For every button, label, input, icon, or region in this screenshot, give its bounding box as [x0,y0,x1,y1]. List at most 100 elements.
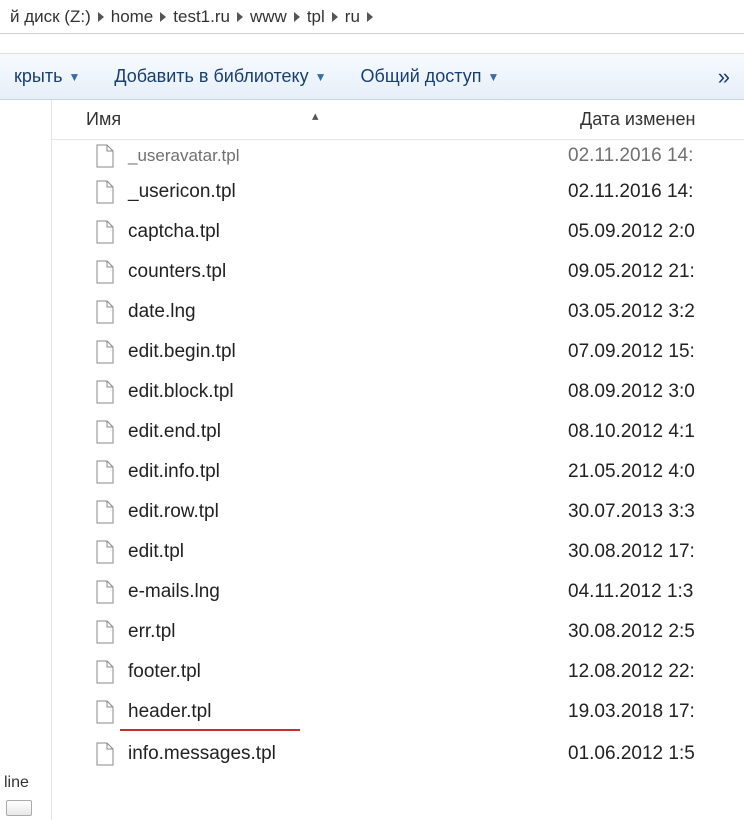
file-row[interactable]: _usericon.tpl02.11.2016 14: [52,172,744,212]
sidebar: line [0,100,52,820]
file-icon [90,340,120,364]
file-icon [90,220,120,244]
file-icon [90,180,120,204]
column-name-header[interactable]: Имя ▴ [52,109,572,130]
file-name: err.tpl [128,621,568,643]
file-row[interactable]: edit.end.tpl08.10.2012 4:1 [52,412,744,452]
file-row[interactable]: header.tpl19.03.2018 17: [52,692,744,732]
chevron-right-icon [293,12,301,22]
file-icon [90,380,120,404]
file-icon [90,144,120,168]
highlight-underline [120,729,300,731]
chevron-right-icon [331,12,339,22]
file-name: edit.block.tpl [128,381,568,403]
file-date: 12.08.2012 22: [568,661,744,683]
file-name: edit.tpl [128,541,568,563]
file-date: 02.11.2016 14: [568,181,744,203]
chevron-right-icon [236,12,244,22]
sort-ascending-icon: ▴ [312,108,319,124]
breadcrumb-item[interactable]: test1.ru [167,7,236,27]
file-icon [90,580,120,604]
file-icon [90,700,120,724]
open-button[interactable]: крыть ▼ [8,62,86,91]
file-date: 19.03.2018 17: [568,701,744,723]
file-date: 30.08.2012 2:5 [568,621,744,643]
file-date: 02.11.2016 14: [568,145,744,167]
file-icon [90,460,120,484]
file-row[interactable]: edit.begin.tpl07.09.2012 15: [52,332,744,372]
file-date: 30.08.2012 17: [568,541,744,563]
column-name-label: Имя [86,109,121,129]
file-name: _useravatar.tpl [128,146,568,166]
file-row[interactable]: e-mails.lng04.11.2012 1:3 [52,572,744,612]
file-icon [90,540,120,564]
sidebar-drive-icon[interactable] [6,800,32,816]
share-label: Общий доступ [361,66,482,87]
breadcrumb[interactable]: й диск (Z:) home test1.ru wwwtplru [0,0,744,34]
file-icon [90,420,120,444]
file-name: counters.tpl [128,261,568,283]
chevron-down-icon: ▼ [315,70,327,84]
column-header: Имя ▴ Дата изменен [52,100,744,140]
file-icon [90,742,120,766]
file-name: header.tpl [128,701,568,723]
breadcrumb-item[interactable]: ru [339,7,366,27]
chevron-right-icon [97,12,105,22]
overflow-button[interactable]: » [718,64,736,90]
file-name: _usericon.tpl [128,181,568,203]
file-date: 30.07.2013 3:3 [568,501,744,523]
file-icon [90,260,120,284]
file-row[interactable]: captcha.tpl05.09.2012 2:0 [52,212,744,252]
file-icon [90,620,120,644]
share-button[interactable]: Общий доступ ▼ [355,62,506,91]
file-row[interactable]: footer.tpl12.08.2012 22: [52,652,744,692]
file-row[interactable]: date.lng03.05.2012 3:2 [52,292,744,332]
chevron-down-icon: ▼ [487,70,499,84]
file-icon [90,500,120,524]
file-date: 04.11.2012 1:3 [568,581,744,603]
chevron-right-icon [159,12,167,22]
file-icon [90,660,120,684]
file-row[interactable]: edit.row.tpl30.07.2013 3:3 [52,492,744,532]
spacer-bar [0,34,744,54]
file-name: date.lng [128,301,568,323]
column-date-header[interactable]: Дата изменен [572,109,744,130]
file-name: edit.row.tpl [128,501,568,523]
file-date: 01.06.2012 1:5 [568,743,744,765]
file-name: info.messages.tpl [128,743,568,765]
toolbar: крыть ▼ Добавить в библиотеку ▼ Общий до… [0,54,744,100]
add-to-library-button[interactable]: Добавить в библиотеку ▼ [108,62,332,91]
breadcrumb-item[interactable]: й диск (Z:) [4,7,97,27]
file-row[interactable]: err.tpl30.08.2012 2:5 [52,612,744,652]
breadcrumb-item[interactable]: www [244,7,293,27]
file-name: edit.end.tpl [128,421,568,443]
file-list-panel: Имя ▴ Дата изменен _useravatar.tpl02.11.… [52,100,744,820]
file-row[interactable]: info.messages.tpl01.06.2012 1:5 [52,734,744,774]
column-date-label: Дата изменен [580,109,695,129]
file-date: 03.05.2012 3:2 [568,301,744,323]
file-date: 08.09.2012 3:0 [568,381,744,403]
file-date: 07.09.2012 15: [568,341,744,363]
open-label: крыть [14,66,62,87]
file-list: _useravatar.tpl02.11.2016 14:_usericon.t… [52,140,744,774]
file-row[interactable]: counters.tpl09.05.2012 21: [52,252,744,292]
file-date: 21.05.2012 4:0 [568,461,744,483]
sidebar-label: line [4,774,29,792]
breadcrumb-item[interactable]: tpl [301,7,331,27]
main-area: line Имя ▴ Дата изменен _useravatar.tpl0… [0,100,744,820]
file-date: 09.05.2012 21: [568,261,744,283]
file-row[interactable]: _useravatar.tpl02.11.2016 14: [52,140,744,172]
file-name: edit.info.tpl [128,461,568,483]
file-date: 08.10.2012 4:1 [568,421,744,443]
breadcrumb-item[interactable]: home [105,7,160,27]
file-name: e-mails.lng [128,581,568,603]
library-label: Добавить в библиотеку [114,66,308,87]
file-row[interactable]: edit.tpl30.08.2012 17: [52,532,744,572]
file-row[interactable]: edit.block.tpl08.09.2012 3:0 [52,372,744,412]
chevron-right-icon [366,12,374,22]
file-name: edit.begin.tpl [128,341,568,363]
file-icon [90,300,120,324]
file-row[interactable]: edit.info.tpl21.05.2012 4:0 [52,452,744,492]
chevron-down-icon: ▼ [68,70,80,84]
overflow-label: » [718,64,730,89]
